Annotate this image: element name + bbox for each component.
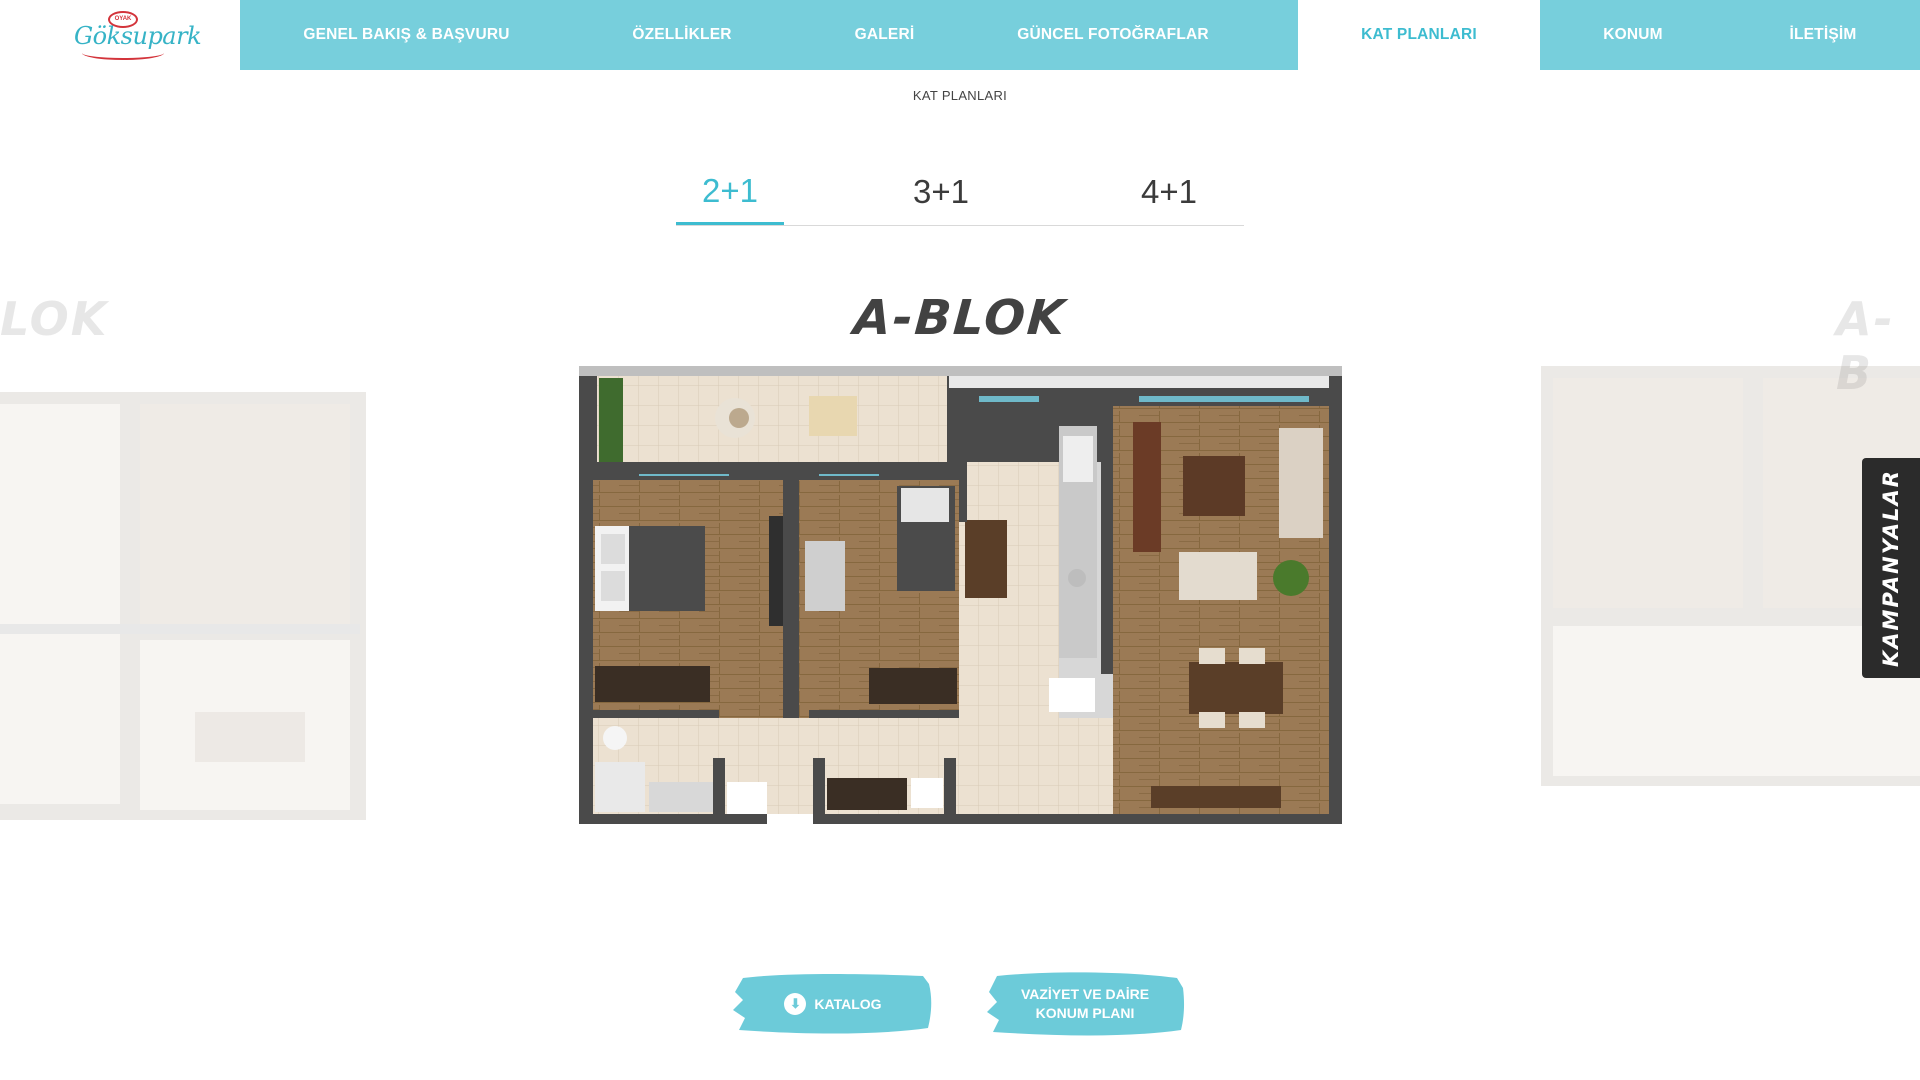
catalog-download-button[interactable]: ⬇ KATALOG — [733, 970, 933, 1038]
block-title: A-BLOK — [851, 290, 1069, 346]
nav-item-kat-planlari[interactable]: KAT PLANLARI — [1298, 0, 1540, 70]
floor-plan-a-blok-2-1[interactable] — [579, 366, 1342, 824]
site-plan-button[interactable]: VAZİYET VE DAİRE KONUM PLANI — [985, 970, 1185, 1038]
campaigns-side-tab[interactable]: KAMPANYALAR — [1862, 458, 1920, 678]
tab-2-1[interactable]: 2+1 — [676, 160, 784, 225]
tab-3-1[interactable]: 3+1 — [866, 160, 1016, 224]
room-type-tabs: 2+1 3+1 4+1 — [676, 160, 1244, 226]
catalog-button-label: KATALOG — [814, 995, 882, 1012]
nav-bar: GENEL BAKIŞ & BAŞVURU ÖZELLİKLER GALERİ … — [240, 0, 1920, 70]
nav-item-konum[interactable]: KONUM — [1540, 0, 1726, 70]
nav-item-galeri[interactable]: GALERİ — [791, 0, 978, 70]
nav-item-ozellikler[interactable]: ÖZELLİKLER — [573, 0, 791, 70]
top-navigation: OYAK Göksupark GENEL BAKIŞ & BAŞVURU ÖZE… — [0, 0, 1920, 70]
prev-slide-floor-plan[interactable] — [0, 392, 366, 820]
breadcrumb: KAT PLANLARI — [912, 88, 1008, 103]
logo-swoosh — [82, 46, 164, 60]
tab-4-1[interactable]: 4+1 — [1094, 160, 1244, 224]
nav-item-genel-bakis[interactable]: GENEL BAKIŞ & BAŞVURU — [240, 0, 573, 70]
campaigns-side-tab-label: KAMPANYALAR — [1879, 469, 1903, 667]
nav-item-guncel-fotograflar[interactable]: GÜNCEL FOTOĞRAFLAR — [978, 0, 1248, 70]
download-icon: ⬇ — [784, 993, 807, 1015]
prev-slide-title: LOK — [0, 292, 109, 346]
site-plan-button-label-1: VAZİYET VE DAİRE — [1020, 986, 1150, 1002]
site-plan-button-label-2: KONUM PLANI — [1035, 1005, 1135, 1021]
goksupark-logo[interactable]: OYAK Göksupark — [0, 0, 240, 70]
nav-item-iletisim[interactable]: İLETİŞİM — [1726, 0, 1920, 70]
